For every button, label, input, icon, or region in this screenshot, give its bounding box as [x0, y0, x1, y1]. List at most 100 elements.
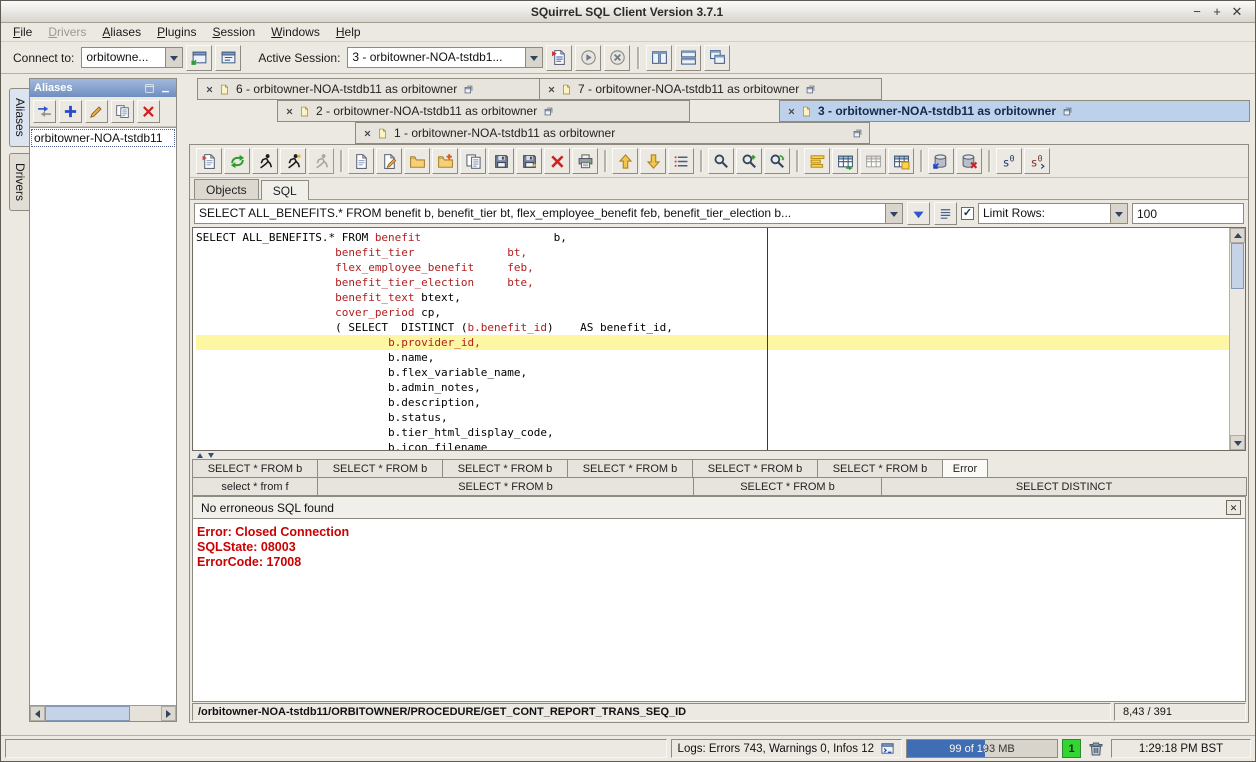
append-selected-sql-icon[interactable] [907, 202, 930, 225]
quote-sql-icon[interactable]: s0 [996, 148, 1022, 174]
close-error-panel-icon[interactable] [1226, 500, 1241, 515]
next-sql-icon[interactable] [640, 148, 666, 174]
delete-data-icon[interactable] [956, 148, 982, 174]
alias-properties-window-icon[interactable] [215, 45, 241, 71]
sql-history-combo[interactable]: SELECT ALL_BENEFITS.* FROM benefit b, be… [194, 203, 903, 224]
menu-drivers[interactable]: Drivers [40, 24, 94, 40]
tile-horizontal-icon[interactable] [675, 45, 701, 71]
edit-sql-file-icon[interactable] [376, 148, 402, 174]
dropdown-arrow-icon[interactable] [525, 48, 542, 67]
sql-history-icon[interactable] [668, 148, 694, 174]
save-sql-as-icon[interactable] [516, 148, 542, 174]
session-tab-1[interactable]: 1 - orbitowner-NOA-tstdb11 as orbitowner [355, 122, 870, 144]
restore-tab-icon[interactable] [805, 84, 816, 95]
limit-rows-combo[interactable]: Limit Rows: [978, 203, 1128, 224]
cascade-windows-icon[interactable] [704, 45, 730, 71]
tab-sql[interactable]: SQL [261, 180, 309, 200]
alias-list-hscrollbar[interactable] [30, 705, 176, 721]
limit-rows-checkbox[interactable] [961, 207, 974, 220]
session-tab-6[interactable]: 6 - orbitowner-NOA-tstdb11 as orbitowner [197, 78, 540, 100]
minimize-panel-icon[interactable] [159, 82, 172, 95]
maximize-button[interactable]: + [1207, 4, 1227, 19]
print-sql-icon[interactable] [572, 148, 598, 174]
scrollbar-track[interactable] [130, 706, 161, 721]
menu-help[interactable]: Help [328, 24, 369, 40]
restore-tab-icon[interactable] [1062, 106, 1073, 117]
alias-connect-window-icon[interactable] [186, 45, 212, 71]
copy-sql-icon[interactable] [460, 148, 486, 174]
session-tab-7[interactable]: 7 - orbitowner-NOA-tstdb11 as orbitowner [539, 78, 882, 100]
scrollbar-thumb[interactable] [45, 706, 130, 721]
scroll-right-icon[interactable] [161, 706, 176, 721]
result-tab[interactable]: select * from f [192, 477, 318, 496]
append-sql-file-icon[interactable] [432, 148, 458, 174]
session-tab-2[interactable]: 2 - orbitowner-NOA-tstdb11 as orbitowner [277, 100, 690, 122]
scroll-left-icon[interactable] [30, 706, 45, 721]
open-sql-history-icon[interactable] [934, 202, 957, 225]
copy-alias-icon[interactable] [111, 100, 134, 123]
open-sql-file-icon[interactable] [404, 148, 430, 174]
tab-objects[interactable]: Objects [194, 179, 259, 199]
run-all-sql-icon[interactable] [280, 148, 306, 174]
close-tab-icon[interactable] [546, 84, 557, 95]
close-tab-icon[interactable] [204, 84, 215, 95]
scrollbar-thumb[interactable] [1231, 243, 1244, 289]
tile-vertical-icon[interactable] [646, 45, 672, 71]
result-tab[interactable]: SELECT * FROM b [442, 459, 568, 478]
reconnect-session-icon[interactable] [575, 45, 601, 71]
alias-item[interactable]: orbitowner-NOA-tstdb11 [31, 129, 175, 147]
add-alias-icon[interactable] [59, 100, 82, 123]
result-tab[interactable]: SELECT * FROM b [567, 459, 693, 478]
menu-session[interactable]: Session [204, 24, 263, 40]
result-tab[interactable]: SELECT * FROM b [192, 459, 318, 478]
table-config-icon[interactable] [888, 148, 914, 174]
find-plus-icon[interactable] [736, 148, 762, 174]
menu-plugins[interactable]: Plugins [149, 24, 204, 40]
previous-sql-icon[interactable] [612, 148, 638, 174]
result-tab[interactable]: SELECT * FROM b [692, 459, 818, 478]
restore-tab-icon[interactable] [463, 84, 474, 95]
save-sql-icon[interactable] [488, 148, 514, 174]
result-tab[interactable]: SELECT * FROM b [693, 477, 882, 496]
commit-icon[interactable] [224, 148, 250, 174]
limit-rows-input[interactable] [1132, 203, 1244, 224]
close-tab-icon[interactable] [284, 106, 295, 117]
scrollbar-track[interactable] [1230, 289, 1245, 435]
logs-status-cell[interactable]: Logs: Errors 743, Warnings 0, Infos 12 [671, 739, 902, 758]
side-tab-aliases[interactable]: Aliases [9, 88, 30, 147]
garbage-collect-icon[interactable] [1085, 738, 1107, 760]
close-tab-icon[interactable] [362, 128, 373, 139]
side-tab-drivers[interactable]: Drivers [9, 153, 30, 211]
session-tab-3[interactable]: 3 - orbitowner-NOA-tstdb11 as orbitowner [779, 100, 1250, 122]
memory-gauge[interactable]: 99 of 193 MB 99 of 193 MB [906, 739, 1058, 758]
log-viewer-icon[interactable] [880, 741, 895, 756]
restore-tab-icon[interactable] [543, 106, 554, 117]
sql-editor[interactable]: SELECT ALL_BENEFITS.* FROM benefit b, be… [192, 227, 1246, 451]
find-refresh-icon[interactable] [764, 148, 790, 174]
new-sql-file-icon[interactable] [348, 148, 374, 174]
editor-vscrollbar[interactable] [1229, 228, 1245, 450]
menu-windows[interactable]: Windows [263, 24, 328, 40]
find-icon[interactable] [708, 148, 734, 174]
scroll-up-icon[interactable] [1230, 228, 1245, 243]
menu-aliases[interactable]: Aliases [94, 24, 149, 40]
active-session-combo[interactable]: 3 - orbitowner-NOA-tstdb1... [347, 47, 543, 68]
import-data-icon[interactable] [928, 148, 954, 174]
open-sql-worksheet-icon[interactable] [196, 148, 222, 174]
close-tab-icon[interactable] [786, 106, 797, 117]
delete-alias-icon[interactable] [137, 100, 160, 123]
menu-file[interactable]: File [5, 24, 40, 40]
result-tab[interactable]: SELECT DISTINCT [881, 477, 1247, 496]
table-export-icon[interactable] [832, 148, 858, 174]
close-session-icon[interactable] [604, 45, 630, 71]
undock-panel-icon[interactable] [143, 82, 156, 95]
connect-to-combo[interactable]: orbitowne... [81, 47, 183, 68]
result-tab[interactable]: SELECT * FROM b [317, 459, 443, 478]
result-tab[interactable]: SELECT * FROM b [317, 477, 694, 496]
close-button[interactable]: ✕ [1227, 4, 1247, 20]
result-tab[interactable]: SELECT * FROM b [817, 459, 943, 478]
restore-tab-icon[interactable] [852, 128, 863, 139]
unquote-sql-icon[interactable]: s0 [1024, 148, 1050, 174]
dropdown-arrow-icon[interactable] [885, 204, 902, 223]
minimize-button[interactable]: − [1187, 4, 1207, 19]
